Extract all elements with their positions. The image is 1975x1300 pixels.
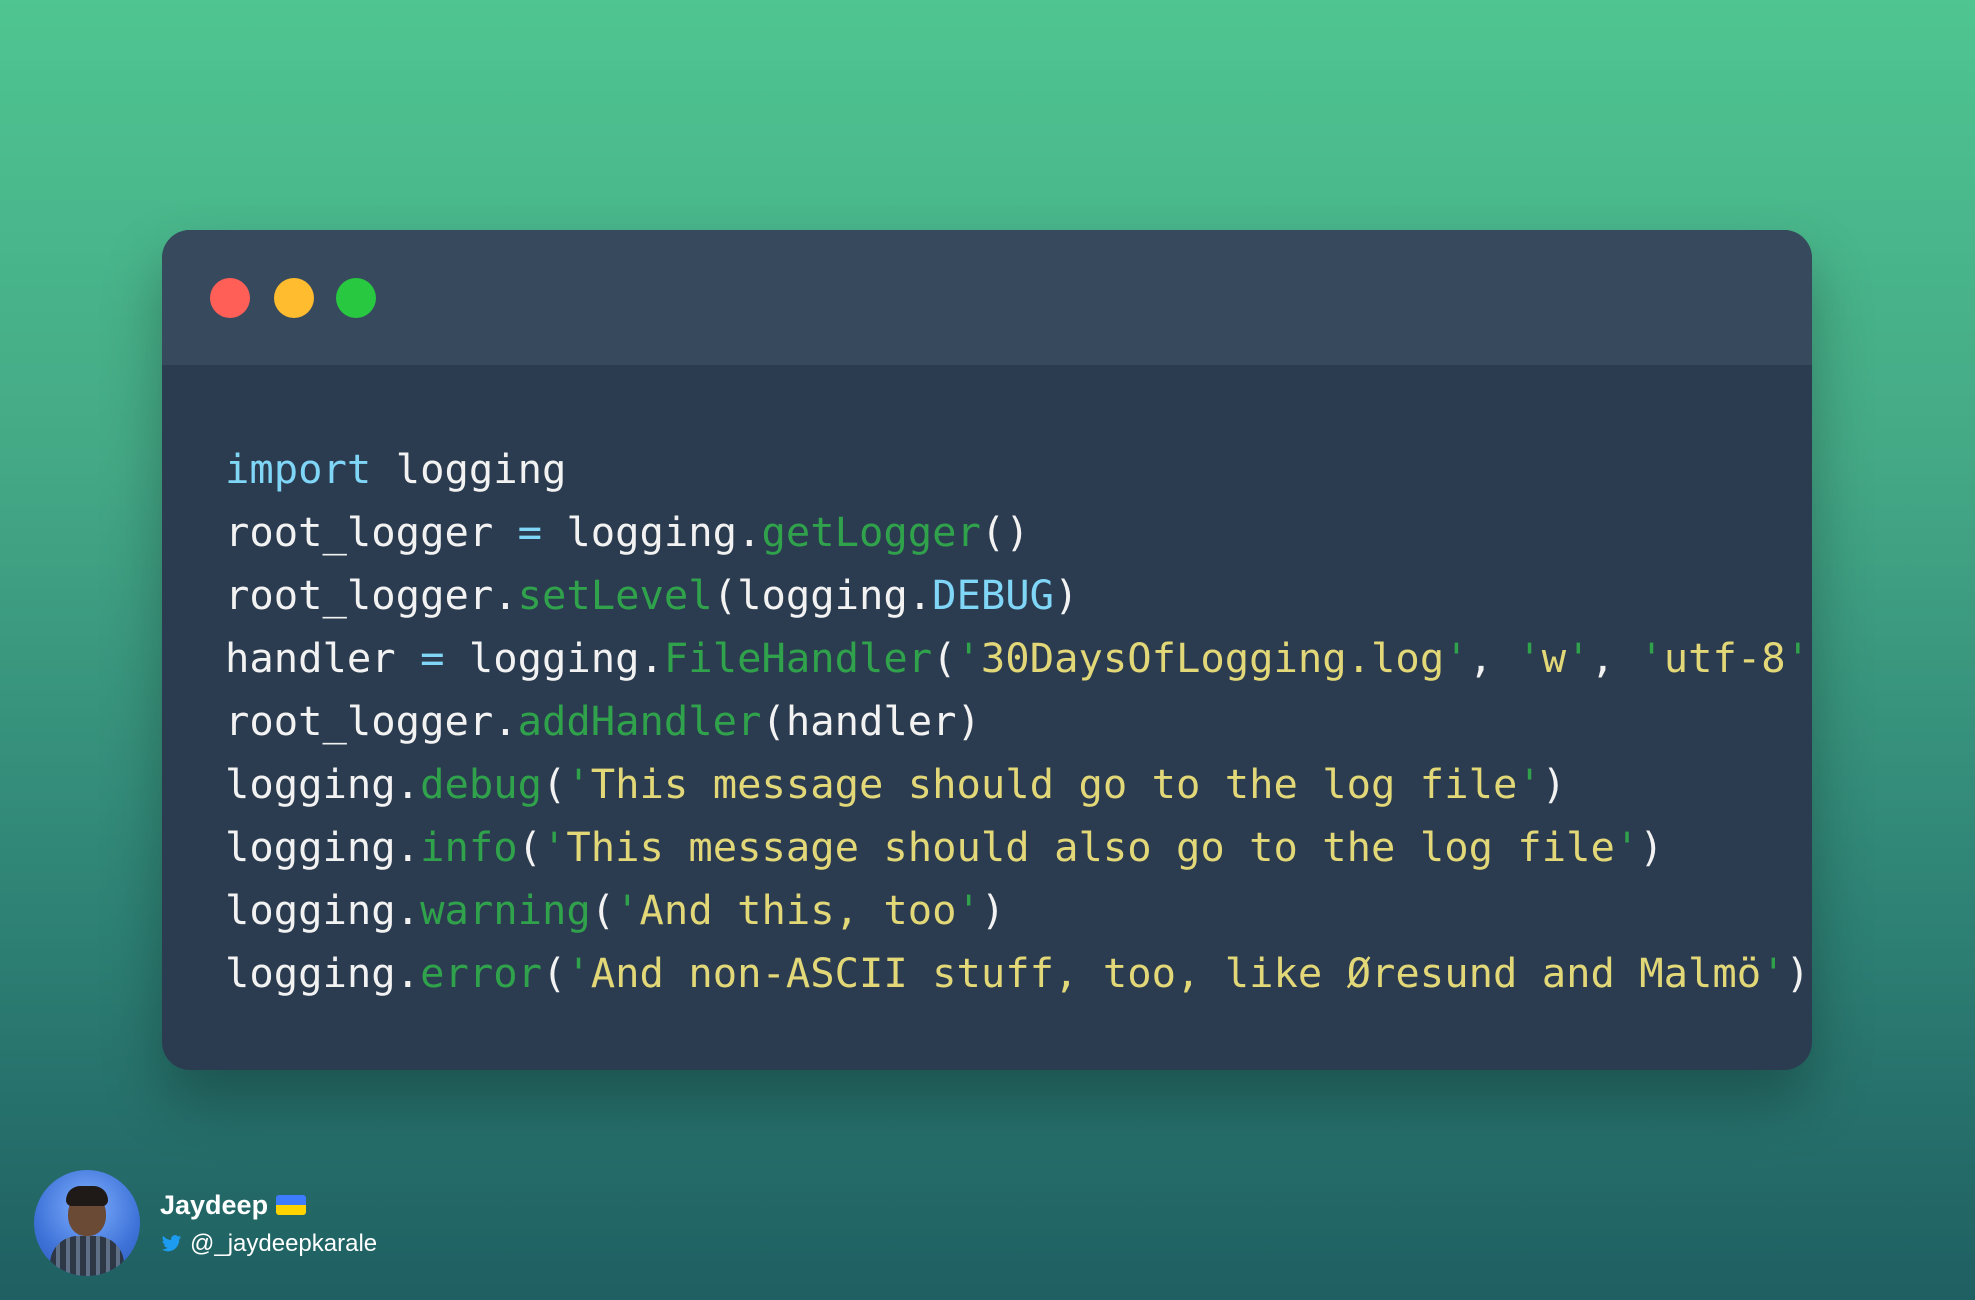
code-token: ) bbox=[1810, 634, 1812, 682]
code-token: ) bbox=[1639, 823, 1664, 871]
code-token: ( bbox=[542, 949, 567, 997]
author-card: Jaydeep @_jaydeepkarale bbox=[34, 1170, 454, 1280]
code-token: ' bbox=[615, 886, 640, 934]
author-name: Jaydeep bbox=[160, 1189, 269, 1220]
code-token: ( bbox=[517, 823, 543, 871]
code-token: logging. bbox=[225, 760, 421, 808]
code-token: ( bbox=[932, 634, 957, 682]
code-token: ) bbox=[1785, 949, 1810, 997]
maximize-button[interactable] bbox=[336, 278, 376, 318]
code-token: ' bbox=[566, 949, 591, 997]
code-window: import logging root_logger = logging.getL… bbox=[162, 230, 1812, 1070]
code-token: ' bbox=[1761, 949, 1786, 997]
author-handle-block: @_jaydeepkarale bbox=[160, 1228, 400, 1260]
code-token: FileHandler bbox=[663, 634, 933, 682]
code-token: handler bbox=[225, 634, 421, 682]
code-line: root_logger.addHandler(handler) bbox=[225, 690, 1812, 753]
code-token: , bbox=[1590, 634, 1640, 682]
code-token: logging. bbox=[225, 949, 421, 997]
code-token: ) bbox=[980, 886, 1006, 934]
code-token: warning bbox=[420, 886, 591, 934]
code-block: import logging root_logger = logging.getL… bbox=[225, 438, 1812, 1005]
code-token: ' bbox=[1566, 634, 1591, 682]
code-token: error bbox=[420, 949, 542, 997]
code-line: logging.info('This message should also g… bbox=[225, 816, 1812, 879]
code-line: logging.warning('And this, too') bbox=[225, 879, 1812, 942]
code-line: root_logger.setLevel(logging.DEBUG) bbox=[225, 564, 1812, 627]
code-token: root_logger. bbox=[225, 697, 518, 745]
code-token: getLogger bbox=[761, 508, 981, 556]
code-token: = bbox=[420, 634, 445, 682]
code-token: utf-8 bbox=[1663, 634, 1786, 682]
code-line: logging.debug('This message should go to… bbox=[225, 753, 1812, 816]
code-line: handler = logging.FileHandler('30DaysOfL… bbox=[225, 627, 1812, 690]
code-token: root_logger. bbox=[225, 571, 518, 619]
twitter-icon bbox=[161, 1235, 182, 1252]
code-token: ( bbox=[590, 886, 616, 934]
code-token: ' bbox=[1517, 634, 1542, 682]
code-token: ' bbox=[1639, 634, 1664, 682]
code-line: logging.error('And non-ASCII stuff, too,… bbox=[225, 942, 1812, 1005]
code-token: ( bbox=[542, 760, 567, 808]
code-token: ' bbox=[542, 823, 567, 871]
code-token: This message should go to the log file bbox=[590, 760, 1518, 808]
code-token: root_logger bbox=[225, 508, 518, 556]
code-token: ' bbox=[1614, 823, 1640, 871]
window-titlebar bbox=[162, 230, 1812, 365]
code-token: logging. bbox=[225, 823, 421, 871]
ukraine-flag-icon bbox=[276, 1195, 307, 1215]
code-token: (handler) bbox=[761, 697, 981, 745]
code-token: ' bbox=[1444, 634, 1469, 682]
code-token: import bbox=[225, 445, 372, 493]
code-token: (logging. bbox=[712, 571, 933, 619]
code-token: debug bbox=[420, 760, 542, 808]
code-line: import logging bbox=[225, 438, 1812, 501]
code-token: () bbox=[980, 508, 1030, 556]
author-handle: @_jaydeepkarale bbox=[190, 1230, 378, 1257]
code-token: And this, too bbox=[639, 886, 957, 934]
code-token: info bbox=[420, 823, 518, 871]
code-token: This message should also go to the log f… bbox=[566, 823, 1615, 871]
code-token: 30DaysOfLogging.log bbox=[980, 634, 1445, 682]
code-token: , bbox=[1468, 634, 1518, 682]
code-token: logging. bbox=[542, 508, 762, 556]
code-token: ' bbox=[956, 634, 981, 682]
code-token: DEBUG bbox=[932, 571, 1055, 619]
code-token: ' bbox=[1785, 634, 1811, 682]
avatar bbox=[34, 1170, 140, 1276]
code-token: ' bbox=[566, 760, 591, 808]
code-token: logging. bbox=[225, 886, 421, 934]
code-token: addHandler bbox=[517, 697, 762, 745]
code-token: ' bbox=[1517, 760, 1542, 808]
minimize-button[interactable] bbox=[274, 278, 314, 318]
code-token: setLevel bbox=[517, 571, 713, 619]
code-token: logging. bbox=[444, 634, 664, 682]
code-token: ' bbox=[956, 886, 981, 934]
close-button[interactable] bbox=[210, 278, 250, 318]
code-line: root_logger = logging.getLogger() bbox=[225, 501, 1812, 564]
code-token: And non-ASCII stuff, too, like Øresund a… bbox=[590, 949, 1762, 997]
code-token: logging bbox=[371, 445, 567, 493]
code-token: w bbox=[1541, 634, 1567, 682]
author-name-row: Jaydeep bbox=[160, 1188, 307, 1222]
code-token: = bbox=[517, 508, 542, 556]
code-token: ) bbox=[1054, 571, 1079, 619]
code-token: ) bbox=[1541, 760, 1567, 808]
